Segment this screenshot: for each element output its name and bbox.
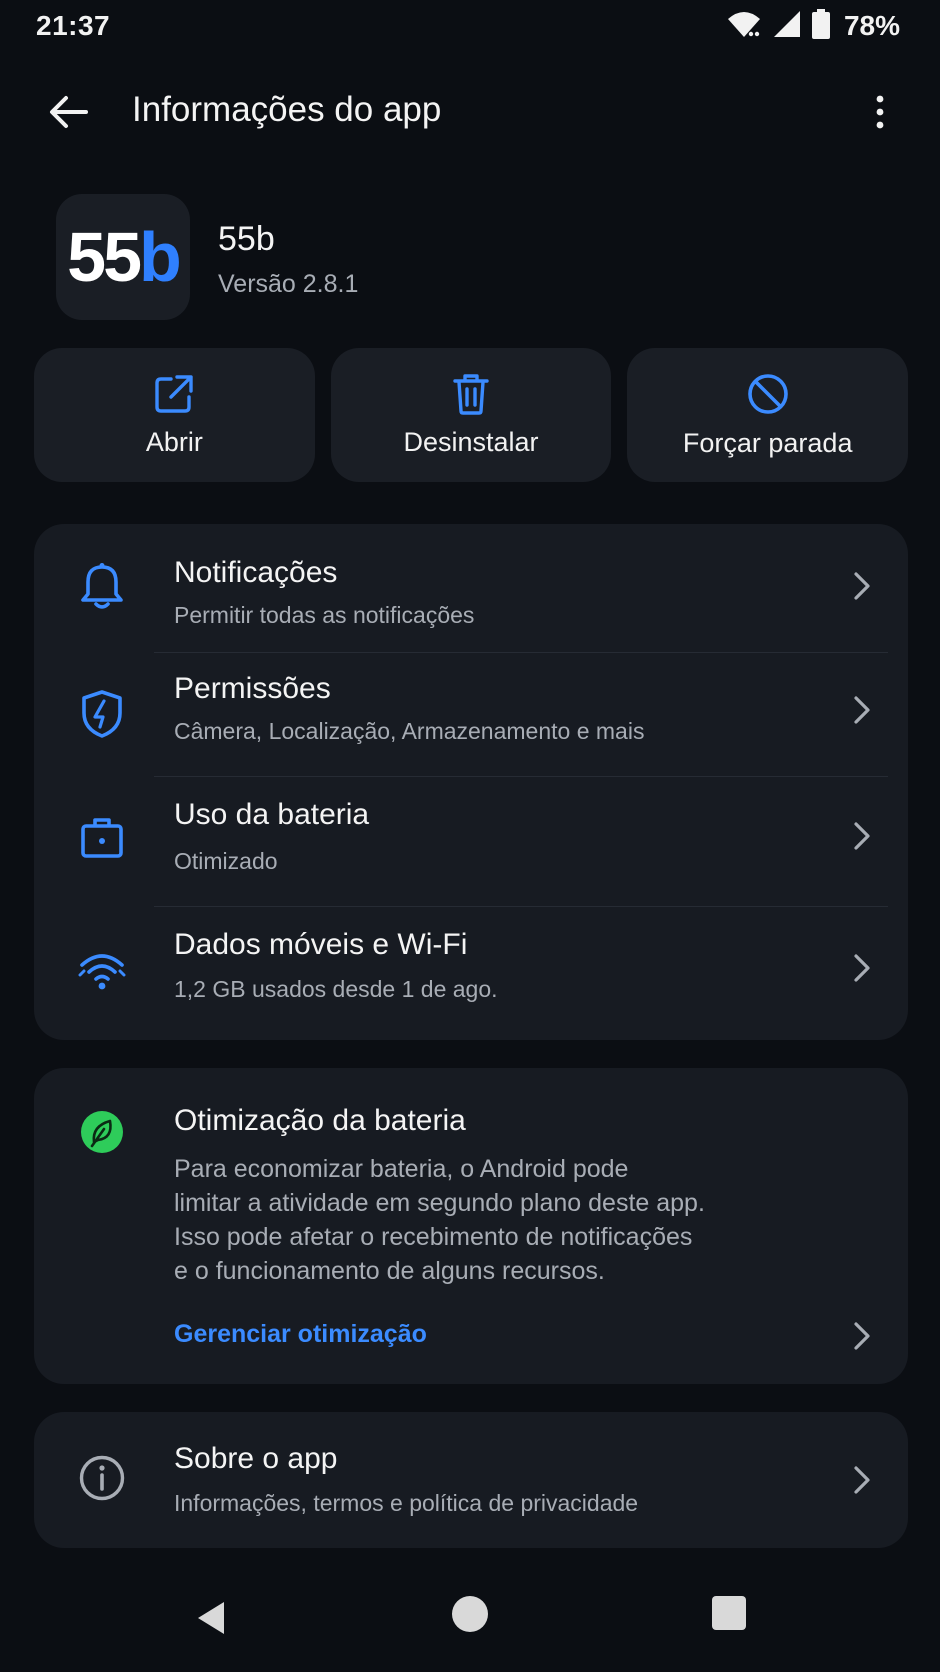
app-version: Versão 2.8.1 [218, 270, 359, 298]
description-line: Para economizar bateria, o Android pode [174, 1155, 629, 1183]
more-vertical-icon [876, 95, 884, 129]
bell-icon [74, 558, 130, 614]
divider [154, 652, 888, 653]
nav-home-icon[interactable] [452, 1596, 488, 1632]
notifications-row[interactable]: Notificações Permitir todas as notificaç… [34, 524, 908, 646]
status-bar: 21:37 78% [0, 0, 940, 56]
open-button-label: Abrir [145, 426, 203, 457]
more-options-button[interactable] [854, 82, 906, 142]
arrow-left-icon [50, 96, 88, 128]
battery-usage-title: Uso da bateria [174, 798, 370, 831]
action-buttons: Abrir Desinstalar Forçar parada [34, 348, 909, 482]
battery-optimization-description: Para economizar bateria, o Android pode … [174, 1152, 774, 1288]
app-logo-letter: b [139, 218, 182, 296]
status-time: 21:37 [36, 10, 111, 41]
battery-percent: 78% [843, 10, 900, 41]
description-line: limitar a atividade em segundo plano des… [174, 1189, 705, 1217]
app-bar: Informações do app [0, 68, 940, 156]
status-icons: 78% [726, 8, 900, 44]
briefcase-battery-icon [74, 810, 130, 866]
app-icon: 55b [56, 194, 190, 320]
uninstall-button-label: Desinstalar [403, 426, 539, 457]
block-icon [747, 373, 788, 414]
uninstall-button[interactable]: Desinstalar [330, 348, 612, 482]
battery-optimization-card: Otimização da bateria Para economizar ba… [34, 1068, 908, 1384]
app-logo-number: 55 [67, 218, 142, 296]
battery-optimization-title: Otimização da bateria [174, 1104, 466, 1137]
settings-card: Notificações Permitir todas as notificaç… [34, 524, 908, 1040]
back-button[interactable] [38, 82, 98, 142]
description-line: e o funcionamento de alguns recursos. [174, 1257, 605, 1285]
mobile-data-subtitle: 1,2 GB usados desde 1 de ago. [174, 976, 498, 1002]
chevron-right-icon [846, 1460, 878, 1500]
app-logo-text: 55b [67, 217, 182, 297]
battery-usage-row[interactable]: Uso da bateria Otimizado [34, 778, 908, 906]
leaf-icon [74, 1104, 130, 1160]
open-button[interactable]: Abrir [34, 348, 315, 482]
about-app-title: Sobre o app [174, 1442, 338, 1475]
open-external-icon [155, 374, 194, 413]
nav-recents-icon[interactable] [712, 1596, 746, 1630]
divider [154, 906, 888, 907]
chevron-right-icon [846, 816, 878, 856]
notifications-subtitle: Permitir todas as notificações [174, 602, 475, 628]
nav-back-icon[interactable] [192, 1598, 232, 1638]
app-info-screen: 21:37 78% Informações do app 55b 55b Ver… [0, 0, 940, 1672]
force-stop-button[interactable]: Forçar parada [627, 348, 909, 482]
chevron-right-icon [846, 690, 878, 730]
battery-icon [811, 8, 830, 44]
shield-icon [74, 686, 130, 742]
force-stop-button-label: Forçar parada [682, 427, 853, 458]
wifi-data-icon [74, 942, 130, 998]
permissions-subtitle: Câmera, Localização, Armazenamento e mai… [174, 718, 645, 744]
permissions-title: Permissões [174, 672, 331, 705]
about-app-subtitle: Informações, termos e política de privac… [174, 1490, 639, 1516]
wifi-icon [726, 9, 762, 44]
signal-icon [772, 9, 802, 44]
about-app-card[interactable]: Sobre o app Informações, termos e políti… [34, 1412, 908, 1548]
manage-optimization-link[interactable]: Gerenciar otimização [174, 1320, 427, 1349]
info-icon [74, 1450, 130, 1506]
navigation-bar [0, 1570, 940, 1672]
chevron-right-icon [846, 948, 878, 988]
mobile-data-row[interactable]: Dados móveis e Wi-Fi 1,2 GB usados desde… [34, 908, 908, 1040]
app-name: 55b [218, 220, 275, 258]
permissions-row[interactable]: Permissões Câmera, Localização, Armazena… [34, 654, 908, 776]
trash-icon [453, 373, 489, 415]
page-title: Informações do app [132, 90, 442, 129]
battery-usage-subtitle: Otimizado [174, 848, 278, 874]
mobile-data-title: Dados móveis e Wi-Fi [174, 928, 468, 961]
divider [154, 776, 888, 777]
chevron-right-icon[interactable] [846, 1316, 878, 1356]
notifications-title: Notificações [174, 556, 338, 589]
chevron-right-icon [846, 566, 878, 606]
description-line: Isso pode afetar o recebimento de notifi… [174, 1223, 693, 1251]
